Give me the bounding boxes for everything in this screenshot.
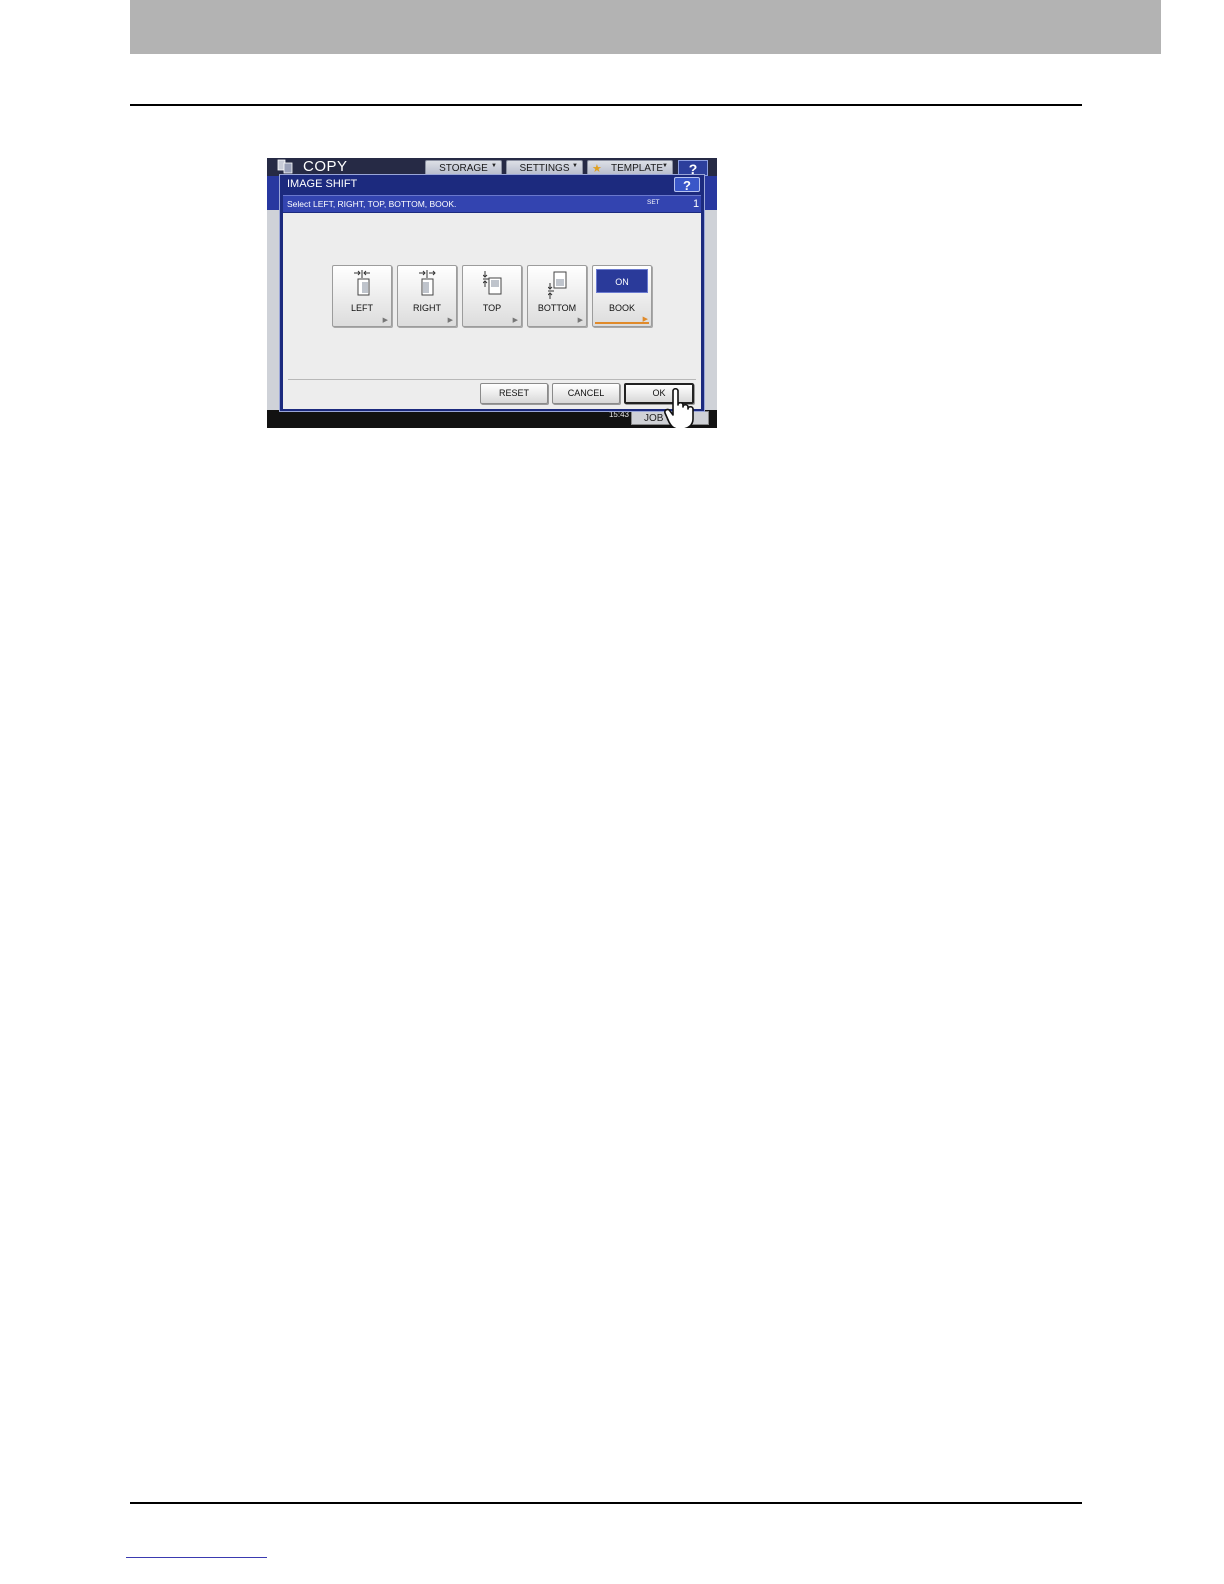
right-label: RIGHT (413, 303, 441, 313)
bottom-button[interactable]: BOTTOM ▶ (527, 265, 587, 327)
shift-top-icon (483, 271, 502, 295)
set-count: 1 (693, 198, 700, 210)
left-button[interactable]: LEFT ▶ (332, 265, 392, 327)
instruction-bar: Select LEFT, RIGHT, TOP, BOTTOM, BOOK. S… (283, 195, 701, 212)
book-label: BOOK (608, 303, 635, 313)
instruction-text: Select LEFT, RIGHT, TOP, BOTTOM, BOOK. (287, 199, 457, 209)
right-button[interactable]: RIGHT ▶ (397, 265, 457, 327)
tab-settings-label: SETTINGS (519, 163, 570, 174)
divider (288, 379, 696, 380)
selected-underline (595, 322, 649, 324)
top-label: TOP (482, 303, 502, 313)
arrow-right-icon: ▶ (447, 317, 453, 324)
bottom-rule (130, 1502, 1082, 1504)
shift-right-icon (419, 270, 436, 296)
book-on-indicator: ON (596, 269, 648, 293)
cancel-button[interactable]: CANCEL (552, 383, 620, 404)
background-panel-left (267, 210, 279, 410)
dialog-body: LEFT ▶ RIGHT ▶ TOP ▶ BOTTOM ▶ ON BOOK ▶ … (283, 213, 701, 409)
chevron-down-icon: ▼ (662, 163, 668, 169)
arrow-right-icon: ▶ (642, 316, 648, 323)
dialog-title: IMAGE SHIFT (287, 178, 358, 190)
set-label: SET (647, 199, 660, 206)
pointing-hand-icon (664, 387, 694, 428)
shift-left-icon (354, 270, 370, 296)
copy-icon (277, 159, 293, 174)
book-button[interactable]: ON BOOK ▶ (592, 265, 652, 327)
tab-template-label: TEMPLATE (610, 163, 664, 174)
left-label: LEFT (350, 303, 373, 313)
footer-link-underline[interactable] (126, 1557, 267, 1558)
shift-bottom-icon (548, 271, 567, 299)
background-panel-right (705, 210, 717, 410)
tab-storage-label: STORAGE (439, 163, 488, 174)
copier-screenshot: COPY STORAGE ▼ SETTINGS ▼ ★ TEMPLATE ▼ ?… (267, 158, 717, 428)
top-button[interactable]: TOP ▶ (462, 265, 522, 327)
bottom-label: BOTTOM (537, 303, 577, 313)
image-shift-dialog: IMAGE SHIFT ? Select LEFT, RIGHT, TOP, B… (279, 174, 705, 412)
chevron-down-icon: ▼ (572, 163, 578, 169)
arrow-right-icon: ▶ (382, 317, 388, 324)
header-band (130, 0, 1161, 54)
reset-button[interactable]: RESET (480, 383, 548, 404)
dialog-help-button[interactable]: ? (674, 177, 700, 193)
top-rule (130, 104, 1082, 106)
arrow-right-icon: ▶ (577, 317, 583, 324)
arrow-right-icon: ▶ (512, 317, 518, 324)
chevron-down-icon: ▼ (491, 163, 497, 169)
